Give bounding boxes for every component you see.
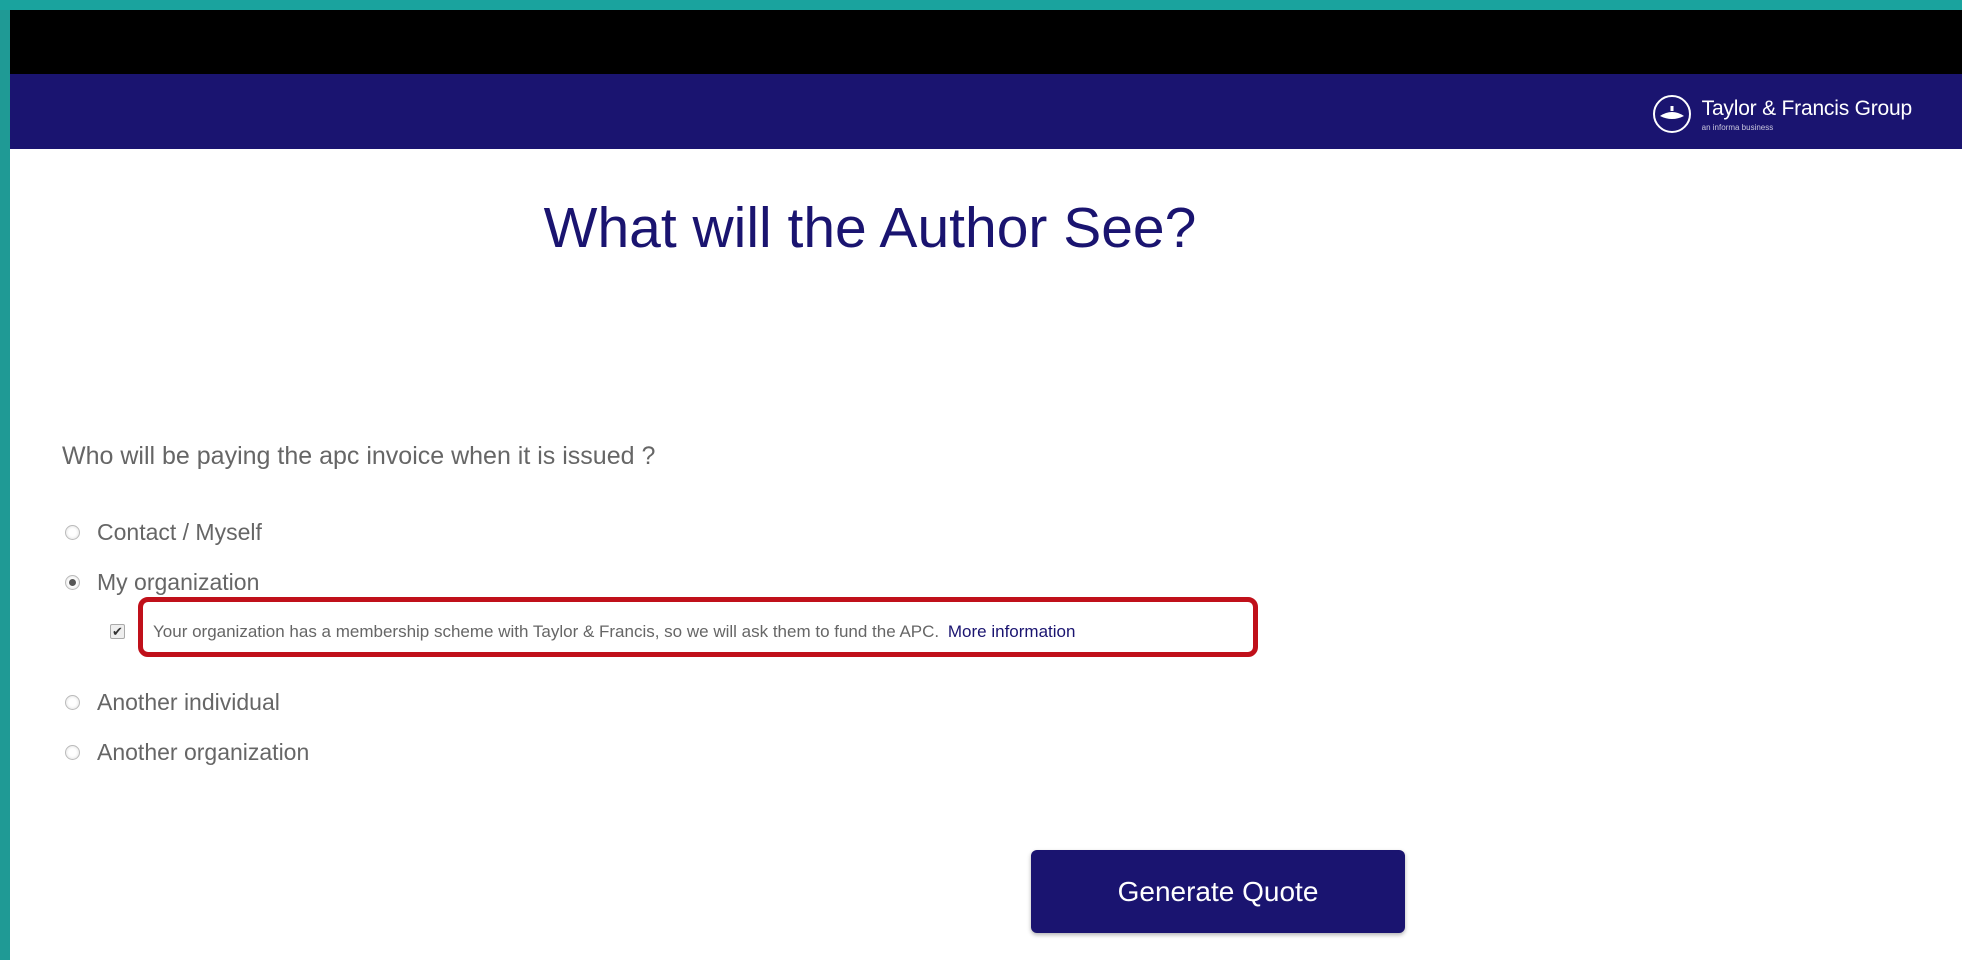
browser-window: Taylor & Francis Group an informa busine…	[10, 10, 1962, 960]
radio-button-selected[interactable]	[65, 575, 80, 590]
radio-button[interactable]	[65, 745, 80, 760]
radio-button[interactable]	[65, 695, 80, 710]
top-black-bar	[10, 10, 1962, 74]
option-another-organization[interactable]: Another organization	[65, 739, 309, 766]
brand-name: Taylor & Francis Group	[1701, 96, 1913, 120]
option-my-organization[interactable]: My organization	[65, 569, 259, 596]
option-another-individual[interactable]: Another individual	[65, 689, 280, 716]
option-label: My organization	[97, 569, 260, 595]
brand-logo[interactable]: Taylor & Francis Group an informa busine…	[1652, 94, 1912, 134]
brand-text: Taylor & Francis Group an informa busine…	[1701, 96, 1913, 132]
generate-quote-button[interactable]: Generate Quote	[1031, 850, 1405, 933]
more-information-link[interactable]: More information	[948, 622, 1076, 641]
brand-tagline: an informa business	[1701, 122, 1774, 132]
payer-question: Who will be paying the apc invoice when …	[62, 442, 656, 470]
membership-note: Your organization has a membership schem…	[153, 617, 1333, 647]
option-contact-myself[interactable]: Contact / Myself	[65, 519, 262, 546]
membership-checkbox[interactable]: ✔	[110, 624, 125, 639]
page-title: What will the Author See?	[543, 196, 1197, 260]
radio-button[interactable]	[65, 525, 80, 540]
site-header: Taylor & Francis Group an informa busine…	[10, 74, 1962, 149]
option-label: Contact / Myself	[97, 519, 262, 545]
option-label: Another organization	[97, 739, 310, 765]
checkmark-icon: ✔	[112, 624, 123, 639]
window-border	[0, 0, 1962, 10]
membership-note-text: Your organization has a membership schem…	[153, 622, 940, 641]
option-label: Another individual	[97, 689, 280, 715]
lamp-icon	[1652, 95, 1691, 133]
